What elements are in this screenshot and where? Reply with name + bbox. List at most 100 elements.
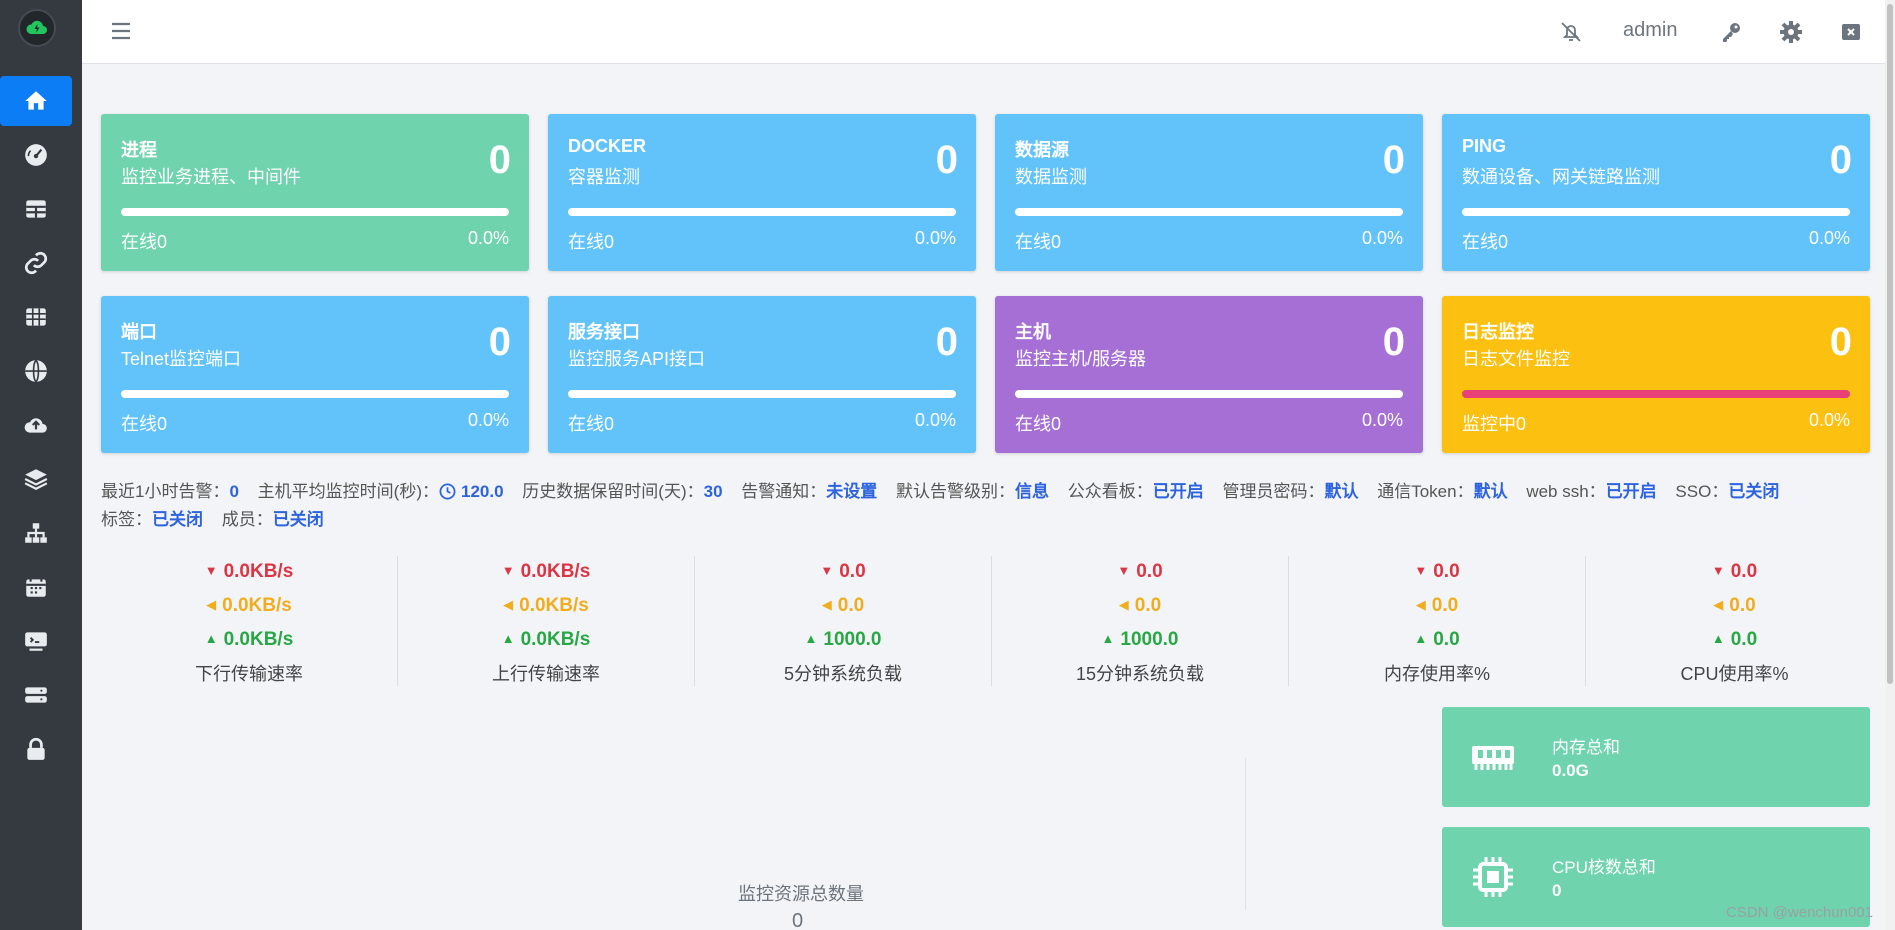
card-online: 在线0 [1462, 232, 1509, 252]
nav-link[interactable] [0, 238, 72, 288]
terminal-icon [25, 632, 47, 651]
card-count: 0 [488, 138, 511, 182]
metric-label: 上行传输速率 [492, 664, 600, 684]
metric-label: CPU使用率% [1680, 664, 1789, 684]
metric-down-row: ▼ 0.0 [1586, 561, 1883, 583]
metric-label: 内存使用率% [1383, 664, 1490, 684]
card-subtitle: Telnet监控端口 [121, 349, 242, 369]
status-value[interactable]: 已关闭 [273, 510, 324, 529]
caret-up-icon: ▲ [1711, 631, 1725, 646]
metric-up-value: 0.0KB/s [520, 629, 591, 650]
nav-upload[interactable] [0, 400, 72, 450]
nav-terminal[interactable] [0, 616, 72, 666]
metric-down-row: ▼ 0.0 [1289, 561, 1585, 583]
page-scrollbar[interactable] [1885, 0, 1895, 930]
card-subtitle: 容器监测 [568, 167, 640, 187]
logout-button[interactable] [1838, 19, 1864, 45]
metric-up-value: 1000.0 [823, 629, 882, 650]
nav-network[interactable] [0, 508, 72, 558]
metric-up-row: ▲ 0.0KB/s [101, 629, 397, 651]
nav-calendar[interactable] [0, 562, 72, 612]
status-value[interactable]: 0 [229, 482, 238, 501]
settings-button[interactable] [1778, 19, 1804, 45]
metric-down-value: 0.0 [839, 561, 866, 582]
card-log[interactable]: 日志监控 日志文件监控 0 监控中0 0.0% [1442, 296, 1870, 453]
status-value[interactable]: 已开启 [1606, 482, 1657, 501]
watermark: CSDN @wenchun001 [1726, 904, 1873, 921]
nav-lock[interactable] [0, 724, 72, 774]
status-interval: 主机平均监控时间(秒)： 120.0 [258, 482, 504, 501]
metric-flat-value: 0.0 [1134, 595, 1162, 616]
change-password-button[interactable] [1718, 19, 1744, 45]
card-port[interactable]: 端口 Telnet监控端口 0 在线0 0.0% [101, 296, 529, 453]
caret-left-icon: ◀ [1415, 597, 1426, 612]
caret-left-icon: ◀ [1713, 597, 1724, 612]
grid-icon [26, 308, 46, 326]
card-title: 服务接口 [568, 322, 640, 342]
metric-up-row: ▲ 0.0KB/s [398, 629, 694, 651]
sitemap-icon [25, 523, 47, 543]
metric-up-row: ▲ 0.0 [1289, 629, 1585, 651]
card-percent: 0.0% [1361, 228, 1403, 248]
close-window-icon [1842, 24, 1860, 40]
status-value[interactable]: 30 [704, 482, 723, 501]
card-online: 在线0 [568, 414, 615, 434]
logo[interactable] [18, 9, 56, 47]
card-subtitle: 监控服务API接口 [568, 349, 706, 369]
notifications-off-button[interactable] [1558, 19, 1584, 45]
status-label: 主机平均监控时间(秒)： [257, 482, 439, 501]
memory-total-panel: 内存总和 0.0G [1442, 707, 1870, 807]
link-icon [24, 251, 48, 275]
status-label: 标签： [101, 510, 152, 529]
metric-label: 15分钟系统负载 [1075, 664, 1205, 684]
nav-dashboard[interactable] [0, 130, 72, 180]
status-value[interactable]: 已关闭 [152, 510, 203, 529]
chart-divider [1245, 758, 1246, 910]
nav-globe[interactable] [0, 346, 72, 396]
status-value[interactable]: 未设置 [826, 482, 877, 501]
nav-server[interactable] [0, 670, 72, 720]
metric-download: ▼ 0.0KB/s ◀ 0.0KB/s ▲ 0.0KB/s 下行传输速率 [101, 556, 398, 686]
metric-flat-value: 0.0 [1431, 595, 1459, 616]
card-progress-bar [1015, 208, 1403, 216]
card-docker[interactable]: DOCKER 容器监测 0 在线0 0.0% [548, 114, 976, 271]
scrollbar-thumb[interactable] [1887, 4, 1893, 684]
card-datasource[interactable]: 数据源 数据监测 0 在线0 0.0% [995, 114, 1423, 271]
card-title: PING [1462, 136, 1507, 156]
status-label: 默认告警级别： [896, 482, 1015, 501]
card-count: 0 [488, 320, 511, 364]
nav-home[interactable] [0, 76, 72, 126]
card-host[interactable]: 主机 监控主机/服务器 0 在线0 0.0% [995, 296, 1423, 453]
card-service-api[interactable]: 服务接口 监控服务API接口 0 在线0 0.0% [548, 296, 976, 453]
status-value[interactable]: 信息 [1015, 482, 1049, 501]
card-count: 0 [935, 320, 958, 364]
status-value[interactable]: 默认 [1324, 482, 1358, 501]
metric-down-row: ▼ 0.0KB/s [398, 561, 694, 583]
card-process[interactable]: 进程 监控业务进程、中间件 0 在线0 0.0% [101, 114, 529, 271]
metric-flat-value: 0.0KB/s [222, 595, 292, 616]
nav-table[interactable] [0, 184, 72, 234]
card-title: 端口 [121, 322, 157, 342]
hamburger-icon [112, 22, 130, 40]
cloud-logo-icon [26, 20, 47, 34]
card-subtitle: 数据监测 [1015, 167, 1087, 187]
caret-up-icon: ▲ [204, 631, 218, 646]
status-retention: 历史数据保留时间(天)：30 [522, 482, 722, 501]
nav-grid[interactable] [0, 292, 72, 342]
status-value[interactable]: 已开启 [1153, 482, 1204, 501]
card-ping[interactable]: PING 数通设备、网关链路监测 0 在线0 0.0% [1442, 114, 1870, 271]
status-value[interactable]: 已关闭 [1728, 482, 1779, 501]
status-label: 历史数据保留时间(天)： [522, 482, 704, 501]
nav-layers[interactable] [0, 454, 72, 504]
status-member: 成员：已关闭 [222, 510, 324, 529]
metric-load15: ▼ 0.0 ◀ 0.0 ▲ 1000.0 15分钟系统负载 [992, 556, 1289, 686]
status-value[interactable]: 默认 [1474, 482, 1508, 501]
caret-down-icon: ▼ [501, 563, 515, 578]
metric-cpu: ▼ 0.0 ◀ 0.0 ▲ 0.0 CPU使用率% [1586, 556, 1883, 686]
menu-toggle-button[interactable] [110, 20, 132, 42]
status-level: 默认告警级别：信息 [896, 482, 1049, 501]
username-label[interactable]: admin [1623, 19, 1677, 42]
key-icon [1723, 23, 1740, 42]
metric-up-value: 0.0 [1433, 629, 1460, 650]
caret-up-icon: ▲ [1414, 631, 1428, 646]
